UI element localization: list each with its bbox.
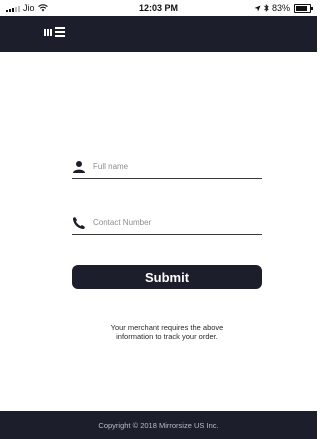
- footer: Copyright © 2018 Mirrorsize US Inc.: [0, 411, 317, 439]
- app-header: [0, 16, 317, 52]
- contact-number-input[interactable]: [93, 218, 258, 227]
- info-message-line-1: Your merchant requires the above: [110, 323, 224, 332]
- submit-button[interactable]: Submit: [72, 265, 262, 289]
- bluetooth-icon: [264, 4, 269, 12]
- contact-number-field[interactable]: [72, 212, 262, 235]
- copyright-text: Copyright © 2018 Mirrorsize US Inc.: [98, 420, 219, 430]
- battery-icon: [294, 3, 313, 13]
- info-message-line-2: information to track your order.: [116, 332, 218, 341]
- full-name-input[interactable]: [93, 162, 258, 171]
- mirrorsize-logo-icon: [44, 27, 65, 37]
- phone-icon: [73, 217, 85, 229]
- battery-percent: 83%: [271, 3, 290, 13]
- full-name-field[interactable]: [72, 156, 262, 179]
- info-message: Your merchant requires the above informa…: [60, 323, 274, 341]
- person-icon: [73, 161, 85, 173]
- status-bar: Jio 12:03 PM 83%: [0, 0, 317, 16]
- location-arrow-icon: [254, 5, 261, 11]
- status-right: 83%: [254, 3, 313, 13]
